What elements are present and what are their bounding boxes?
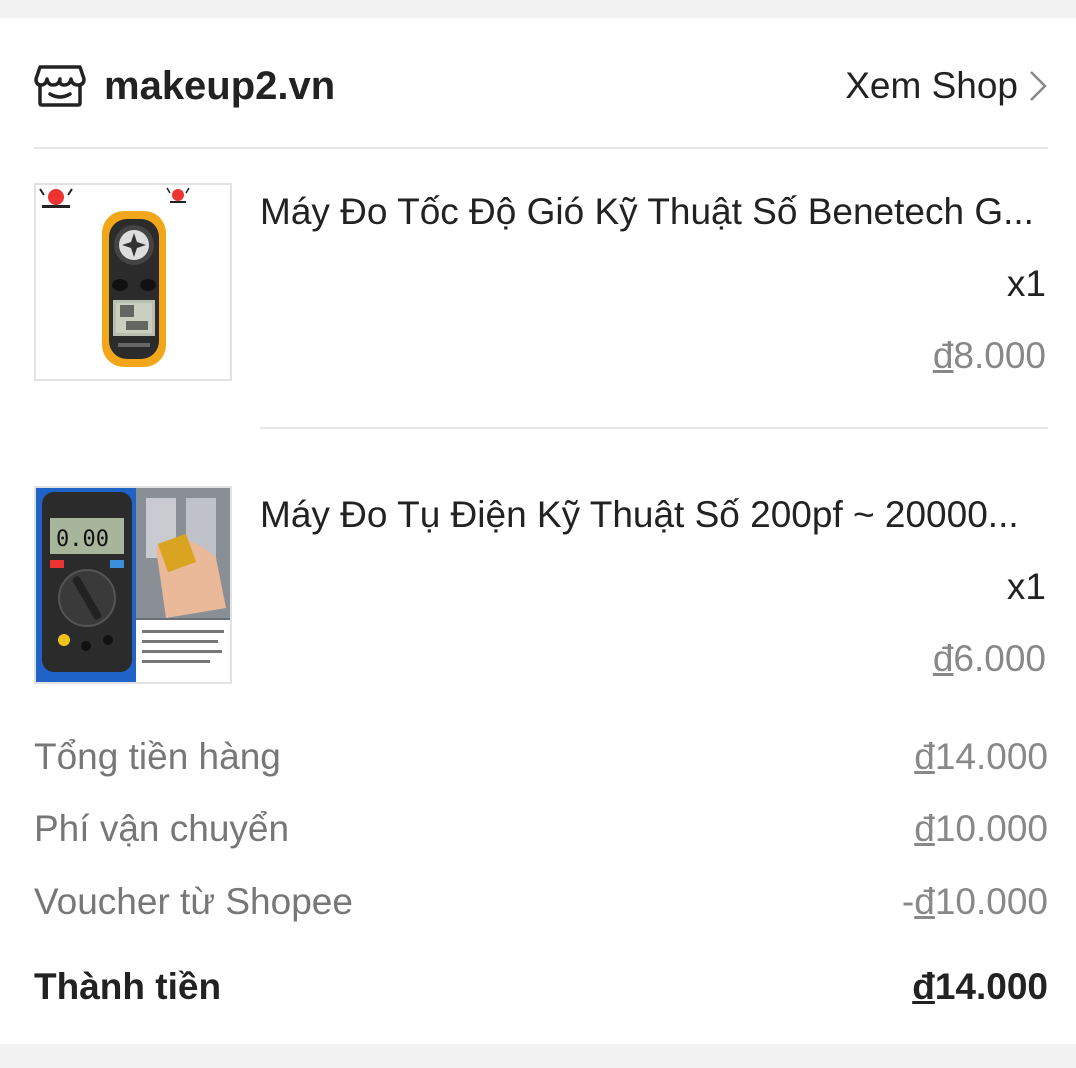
currency-symbol: đ [912,966,935,1007]
voucher-prefix: - [901,881,915,922]
price-value: 8.000 [953,335,1046,376]
currency-symbol: đ [932,638,954,679]
anemometer-image [34,183,232,381]
store-icon [34,63,86,109]
total-value: đ14.000 [912,966,1048,1008]
voucher-amount: 10.000 [934,881,1048,922]
product-quantity: x1 [1006,566,1046,607]
chevron-right-icon [1028,69,1048,103]
product-price: đ6.000 [933,638,1046,680]
subtotal-value: đ14.000 [914,736,1048,778]
shipping-row: Phí vận chuyển đ10.000 [34,808,1048,850]
subtotal-amount: 14.000 [934,736,1048,777]
currency-symbol: đ [932,335,954,376]
currency-symbol: đ [914,736,935,777]
product-title: Máy Đo Tốc Độ Gió Kỹ Thuật Số Benetech G… [260,191,1034,232]
price-value: 6.000 [953,638,1046,679]
shop-header: makeup2.vn Xem Shop [34,48,1048,124]
product-price: đ8.000 [933,335,1046,377]
product-title: Máy Đo Tụ Điện Kỹ Thuật Số 200pf ~ 20000… [260,494,1019,535]
shop-info[interactable]: makeup2.vn [34,63,335,109]
order-shop-card: makeup2.vn Xem Shop Máy Đo Tốc Độ Gió Kỹ… [0,18,1076,1044]
product-quantity: x1 [1006,263,1046,304]
view-shop-link[interactable]: Xem Shop [845,65,1048,107]
shop-name: makeup2.vn [104,63,336,108]
total-amount: 14.000 [934,966,1048,1007]
svg-text:0.00: 0.00 [56,527,109,552]
total-label: Thành tiền [34,966,222,1007]
shipping-value: đ10.000 [914,808,1048,850]
total-row: Thành tiền đ14.000 [34,966,1048,1008]
header-divider [34,147,1048,149]
voucher-row: Voucher từ Shopee -đ10.000 [34,881,1048,923]
item-divider [260,427,1048,429]
view-shop-label: Xem Shop [845,65,1018,106]
order-item[interactable]: 0.00 Máy Đo Tụ Điện Kỹ Thuật Số 200pf ~ … [34,486,1048,686]
shipping-label: Phí vận chuyển [34,808,290,849]
currency-symbol: đ [914,808,935,849]
subtotal-label: Tổng tiền hàng [34,736,281,777]
currency-symbol: đ [914,881,935,922]
order-item[interactable]: Máy Đo Tốc Độ Gió Kỹ Thuật Số Benetech G… [34,183,1048,383]
voucher-label: Voucher từ Shopee [34,881,353,922]
subtotal-row: Tổng tiền hàng đ14.000 [34,736,1048,778]
capacitance-meter-image: 0.00 [34,486,232,684]
shipping-amount: 10.000 [934,808,1048,849]
voucher-value: -đ10.000 [902,881,1048,923]
